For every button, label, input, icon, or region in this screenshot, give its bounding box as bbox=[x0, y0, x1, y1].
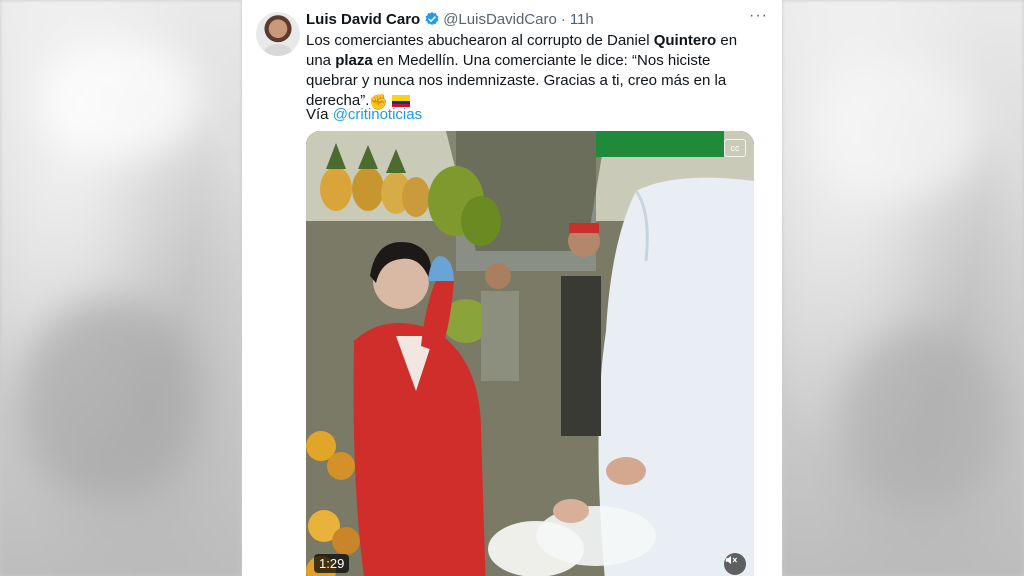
tweet-header: Luis David Caro @LuisDavidCaro · 11h ··· bbox=[306, 7, 768, 29]
tweet-text-bold: plaza bbox=[335, 52, 373, 69]
author-handle[interactable]: @LuisDavidCaro bbox=[443, 11, 557, 28]
more-options-icon[interactable]: ··· bbox=[749, 7, 768, 25]
tweet-card[interactable]: Luis David Caro @LuisDavidCaro · 11h ···… bbox=[242, 0, 782, 576]
captions-icon[interactable]: cc bbox=[724, 139, 746, 157]
speaker-muted-glyph bbox=[725, 555, 737, 565]
via-line: Vía @critinoticias bbox=[306, 106, 422, 123]
tweet-time[interactable]: 11h bbox=[570, 11, 594, 28]
tweet-text-part: Los comerciantes abuchearon al corrupto … bbox=[306, 32, 654, 49]
separator-dot: · bbox=[560, 10, 566, 28]
tweet-text: Los comerciantes abuchearon al corrupto … bbox=[306, 31, 754, 113]
tweet-text-bold: Quintero bbox=[653, 32, 717, 49]
video-duration: 1:29 bbox=[314, 554, 350, 573]
mute-icon[interactable] bbox=[724, 553, 746, 575]
blurred-background-left bbox=[0, 0, 242, 576]
via-mention-link[interactable]: @critinoticias bbox=[333, 106, 422, 123]
author-name[interactable]: Luis David Caro bbox=[306, 11, 420, 28]
avatar[interactable] bbox=[256, 12, 300, 56]
video-frame bbox=[306, 131, 754, 576]
via-label: Vía bbox=[306, 106, 329, 123]
blurred-background-right bbox=[782, 0, 1024, 576]
verified-badge-icon bbox=[425, 12, 439, 26]
tweet-video[interactable]: cc 1:29 bbox=[306, 131, 754, 576]
